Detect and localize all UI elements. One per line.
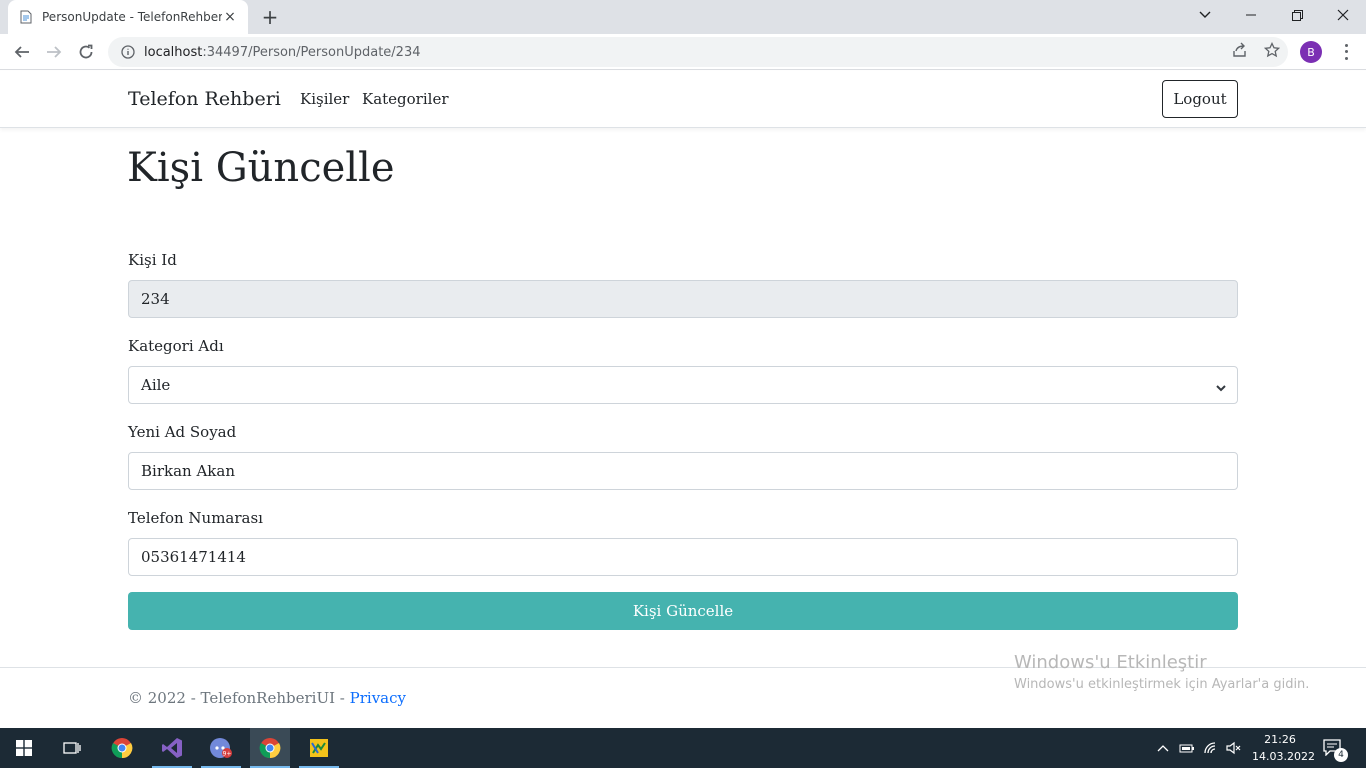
reload-icon[interactable] xyxy=(72,38,100,66)
footer-copyright: © 2022 - TelefonRehberiUI - xyxy=(128,689,350,707)
wifi-icon[interactable] xyxy=(1203,740,1219,756)
site-info-icon[interactable] xyxy=(120,44,136,60)
new-name-input[interactable]: Birkan Akan xyxy=(128,452,1238,490)
browser-tabbar: PersonUpdate - TelefonRehberiUI × + xyxy=(0,0,1366,34)
share-icon[interactable] xyxy=(1231,41,1249,59)
volume-muted-icon[interactable] xyxy=(1226,740,1242,756)
category-select[interactable]: Aile xyxy=(128,366,1238,404)
minimize-icon[interactable] xyxy=(1228,0,1274,30)
tab-search-chevron-icon[interactable] xyxy=(1182,0,1228,30)
discord-badge: 9+ xyxy=(223,751,232,758)
discord-icon[interactable]: 9+ xyxy=(201,728,241,768)
footer-text: © 2022 - TelefonRehberiUI - Privacy xyxy=(128,689,406,707)
task-view-icon[interactable] xyxy=(52,728,92,768)
update-person-button[interactable]: Kişi Güncelle xyxy=(128,592,1238,630)
browser-toolbar: localhost:34497/Person/PersonUpdate/234 … xyxy=(0,34,1366,70)
restore-icon[interactable] xyxy=(1274,0,1320,30)
url-text: localhost:34497/Person/PersonUpdate/234 xyxy=(144,45,421,60)
person-id-label: Kişi Id xyxy=(128,251,177,269)
chrome-icon[interactable] xyxy=(102,728,142,768)
back-arrow-icon[interactable] xyxy=(8,38,36,66)
windows-start-icon[interactable] xyxy=(4,728,44,768)
close-window-icon[interactable] xyxy=(1320,0,1366,30)
category-selected-value: Aile xyxy=(141,376,171,394)
tray-chevron-up-icon[interactable] xyxy=(1155,740,1171,756)
battery-icon[interactable] xyxy=(1179,740,1195,756)
profile-avatar[interactable]: B xyxy=(1300,41,1322,63)
url-host: localhost xyxy=(144,44,203,60)
sticky-app-icon[interactable] xyxy=(299,728,339,768)
tab-title: PersonUpdate - TelefonRehberiUI xyxy=(42,10,222,24)
nav-link-kisiler[interactable]: Kişiler xyxy=(300,90,349,108)
clock-time: 21:26 xyxy=(1264,733,1296,746)
category-label: Kategori Adı xyxy=(128,337,224,355)
web-page: Telefon Rehberi Kişiler Kategoriler Logo… xyxy=(0,71,1366,728)
clock-date: 14.03.2022 xyxy=(1252,750,1315,763)
document-icon xyxy=(18,9,34,25)
page-title: Kişi Güncelle xyxy=(127,145,395,191)
visual-studio-icon[interactable] xyxy=(152,728,192,768)
logout-button[interactable]: Logout xyxy=(1162,80,1238,118)
person-id-field[interactable]: 234 xyxy=(128,280,1238,318)
system-clock[interactable]: 21:26 14.03.2022 xyxy=(1252,731,1315,765)
phone-number-label: Telefon Numarası xyxy=(128,509,263,527)
notification-count-badge: 4 xyxy=(1334,748,1348,762)
privacy-link[interactable]: Privacy xyxy=(350,689,406,707)
forward-arrow-icon[interactable] xyxy=(40,38,68,66)
phone-number-input[interactable]: 05361471414 xyxy=(128,538,1238,576)
address-bar[interactable]: localhost:34497/Person/PersonUpdate/234 xyxy=(108,37,1288,67)
chrome-active-icon[interactable] xyxy=(250,728,290,768)
new-tab-button[interactable]: + xyxy=(258,5,282,29)
tab-close-icon[interactable]: × xyxy=(222,9,238,25)
bookmark-star-icon[interactable] xyxy=(1263,41,1281,59)
navbar-brand[interactable]: Telefon Rehberi xyxy=(128,88,281,110)
activation-watermark-subtitle: Windows'u etkinleştirmek için Ayarlar'a … xyxy=(1014,677,1310,692)
windows-taskbar: 9+ 21:26 14.03.2022 4 xyxy=(0,728,1366,768)
url-path: :34497/Person/PersonUpdate/234 xyxy=(202,44,421,60)
chevron-down-icon xyxy=(1215,380,1227,392)
browser-menu-icon[interactable] xyxy=(1338,42,1354,62)
browser-tab-active[interactable]: PersonUpdate - TelefonRehberiUI × xyxy=(8,0,248,34)
site-navbar: Telefon Rehberi Kişiler Kategoriler Logo… xyxy=(0,71,1366,128)
new-name-label: Yeni Ad Soyad xyxy=(128,423,237,441)
activation-watermark-title: Windows'u Etkinleştir xyxy=(1014,652,1207,673)
nav-link-kategoriler[interactable]: Kategoriler xyxy=(362,90,449,108)
